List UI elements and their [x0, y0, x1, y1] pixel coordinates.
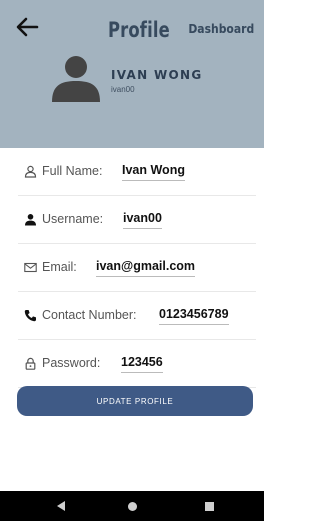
password-field[interactable]: 123456 — [121, 355, 163, 373]
nav-back-icon[interactable] — [55, 500, 67, 512]
field-row-full-name: Full Name: Ivan Wong — [18, 148, 256, 196]
full-name-field[interactable]: Ivan Wong — [122, 163, 185, 181]
person-filled-icon — [25, 214, 36, 226]
full-name-label: Full Name: — [42, 164, 103, 178]
update-profile-button[interactable]: UPDATE PROFILE — [17, 386, 253, 416]
field-row-password: Password: 123456 — [18, 340, 256, 388]
dashboard-link[interactable]: Dashboard — [188, 22, 254, 36]
password-label: Password: — [42, 356, 101, 370]
field-row-email: Email: ivan@gmail.com — [18, 244, 256, 292]
email-label: Email: — [42, 260, 77, 274]
display-name: IVAN WONG — [111, 68, 203, 82]
mail-icon — [24, 262, 37, 273]
field-row-contact-number: Contact Number: 0123456789 — [18, 292, 256, 340]
field-row-username: Username: ivan00 — [18, 196, 256, 244]
nav-recent-icon[interactable] — [205, 502, 214, 511]
username-label: Username: — [42, 212, 104, 226]
nav-home-icon[interactable] — [128, 502, 137, 511]
back-arrow-icon[interactable] — [14, 14, 40, 40]
username-subtitle: ivan00 — [111, 85, 135, 94]
phone-icon — [24, 310, 36, 322]
lock-icon — [25, 357, 36, 370]
contact-number-label: Contact Number: — [42, 308, 137, 322]
avatar-icon — [52, 56, 100, 102]
email-field[interactable]: ivan@gmail.com — [96, 259, 196, 277]
page-title: Profile — [108, 18, 170, 42]
profile-header: Profile Dashboard IVAN WONG ivan00 — [0, 0, 264, 148]
contact-number-field[interactable]: 0123456789 — [159, 307, 229, 325]
username-field[interactable]: ivan00 — [123, 211, 162, 229]
person-outline-icon — [24, 165, 37, 178]
system-nav-bar — [0, 491, 264, 521]
